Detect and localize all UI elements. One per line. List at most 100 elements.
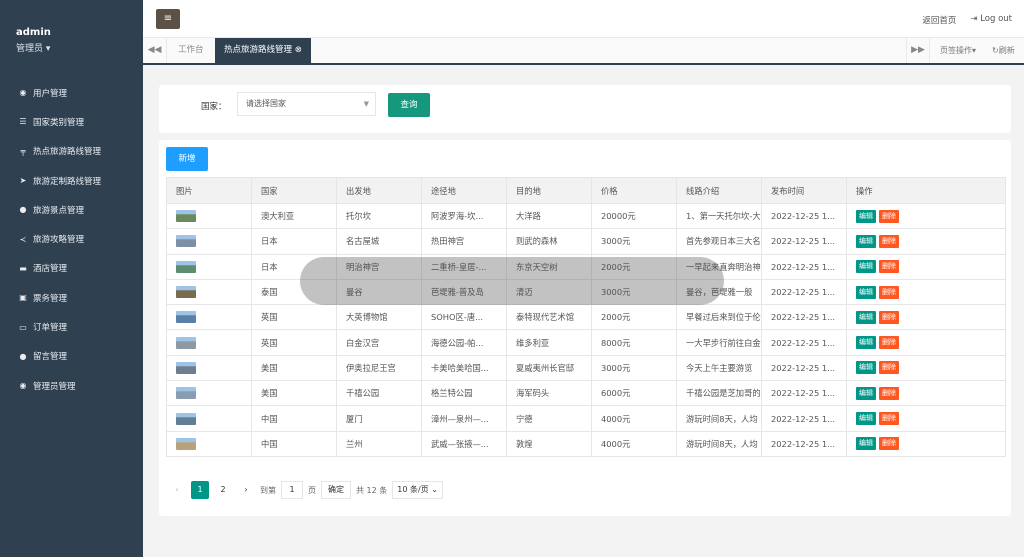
delete-button[interactable]: 删除 (879, 386, 899, 400)
delete-button[interactable]: 删除 (879, 285, 899, 299)
edit-button[interactable]: 编辑 (856, 285, 876, 299)
delete-button[interactable]: 删除 (879, 437, 899, 451)
user-name[interactable]: admin (16, 27, 51, 38)
sidebar-item-orders[interactable]: ▭ 订单管理 (0, 312, 143, 341)
prev-page-button[interactable]: ‹ (168, 481, 186, 499)
sidebar-item-attractions[interactable]: ● 旅游景点管理 (0, 195, 143, 224)
cell-intro: 游玩时间8天，人均 (676, 405, 762, 432)
sidebar-item-tickets[interactable]: ▣ 票务管理 (0, 283, 143, 312)
edit-button[interactable]: 编辑 (856, 234, 876, 248)
image-cell (166, 253, 252, 280)
column-header: 操作 (846, 177, 1006, 204)
delete-button[interactable]: 删除 (879, 412, 899, 426)
goto-confirm-button[interactable]: 确定 (321, 481, 351, 499)
route-thumbnail (176, 336, 196, 349)
cell-country: 澳大利亚 (251, 202, 337, 230)
image-cell (166, 329, 252, 356)
edit-button[interactable]: 编辑 (856, 412, 876, 426)
edit-button[interactable]: 编辑 (856, 209, 876, 223)
tab-workspace[interactable]: 工作台 (169, 38, 213, 63)
cell-from: 厦门 (336, 405, 422, 432)
cell-via: SOHO区-唐... (421, 304, 507, 331)
back-home-link[interactable]: 返回首页 (922, 14, 956, 26)
cell-price: 3000元 (591, 228, 677, 255)
page-size-select[interactable]: 10 条/页 ⌄ (392, 481, 443, 499)
delete-button[interactable]: 删除 (879, 361, 899, 375)
watermark-overlay (300, 257, 724, 305)
page-2-button[interactable]: 2 (214, 481, 232, 499)
cell-country: 中国 (251, 430, 337, 457)
edit-button[interactable]: 编辑 (856, 437, 876, 451)
delete-button[interactable]: 删除 (879, 310, 899, 324)
menu-toggle-button[interactable]: ≡ (156, 9, 180, 29)
query-button[interactable]: 查询 (388, 93, 430, 117)
edit-button[interactable]: 编辑 (856, 310, 876, 324)
sidebar-item-hot-routes[interactable]: ╤ 热点旅游路线管理 (0, 137, 143, 166)
edit-button[interactable]: 编辑 (856, 260, 876, 274)
comment-icon: ● (19, 351, 27, 361)
sidebar-item-custom-routes[interactable]: ➤ 旅游定制路线管理 (0, 166, 143, 195)
route-thumbnail (176, 361, 196, 374)
cell-time: 2022-12-25 1... (761, 329, 847, 356)
delete-button[interactable]: 删除 (879, 336, 899, 350)
actions-cell: 编辑 删除 (846, 354, 1006, 382)
cell-from: 千禧公园 (336, 380, 422, 407)
actions-cell: 编辑 删除 (846, 278, 1006, 306)
sidebar-item-country-categories[interactable]: ☰ 国家类别管理 (0, 107, 143, 136)
logout-label: Log out (980, 14, 1012, 24)
close-icon[interactable]: ⊗ (295, 45, 302, 55)
user-role-dropdown[interactable]: 管理员 ▾ (16, 41, 50, 54)
car-icon: ▬ (19, 263, 27, 273)
image-cell (166, 354, 252, 382)
next-page-button[interactable]: › (237, 481, 255, 499)
country-select-value: 请选择国家 (246, 99, 286, 108)
edit-button[interactable]: 编辑 (856, 361, 876, 375)
refresh-label: 刷新 (998, 46, 1015, 55)
sidebar-item-guides[interactable]: ≺ 旅游攻略管理 (0, 224, 143, 253)
column-header: 国家 (251, 177, 337, 204)
tab-scroll-right-button[interactable]: ▶▶ (906, 38, 930, 63)
cell-from: 兰州 (336, 430, 422, 457)
table-header-row: 图片 国家 出发地 途径地 目的地 价格 线路介绍 发布时间 操作 (166, 177, 1006, 204)
cell-country: 日本 (251, 228, 337, 255)
logout-link[interactable]: ⇥ Log out (970, 14, 1012, 26)
routes-table: 图片 国家 出发地 途径地 目的地 价格 线路介绍 发布时间 操作 澳大利亚 托尔… (166, 177, 1006, 457)
cell-intro: 今天上午主要游览 (676, 354, 762, 382)
delete-button[interactable]: 删除 (879, 234, 899, 248)
cell-to: 大洋路 (506, 202, 592, 230)
image-cell (166, 304, 252, 331)
cell-time: 2022-12-25 1... (761, 430, 847, 457)
page-1-button[interactable]: 1 (191, 481, 209, 499)
column-header: 价格 (591, 177, 677, 204)
tab-ops-dropdown[interactable]: 页签操作▾ (940, 38, 976, 63)
edit-button[interactable]: 编辑 (856, 386, 876, 400)
paper-plane-icon: ➤ (19, 176, 27, 186)
sidebar-item-messages[interactable]: ● 留言管理 (0, 342, 143, 371)
logout-icon: ⇥ (970, 14, 978, 24)
search-panel: 国家： 请选择国家 ▼ 查询 (159, 85, 1011, 133)
country-select[interactable]: 请选择国家 ▼ (237, 92, 376, 116)
delete-button[interactable]: 删除 (879, 260, 899, 274)
image-cell (166, 430, 252, 457)
tab-hot-routes[interactable]: 热点旅游路线管理 ⊗ (215, 38, 311, 63)
cell-to: 则武的森林 (506, 228, 592, 255)
sidebar-menu: ◉ 用户管理 ☰ 国家类别管理 ╤ 热点旅游路线管理 ➤ 旅游定制路线管理 ● 旅游景点管… (0, 78, 143, 400)
refresh-button[interactable]: ↻刷新 (992, 38, 1015, 63)
hamburger-icon: ≡ (163, 13, 173, 24)
tab-scroll-left-button[interactable]: ◀◀ (143, 38, 167, 63)
user-circle-icon: ◉ (19, 88, 27, 98)
actions-cell: 编辑 删除 (846, 380, 1006, 407)
add-button[interactable]: 新增 (166, 147, 208, 171)
sidebar-item-admins[interactable]: ◉ 管理员管理 (0, 371, 143, 400)
cell-via: 格兰特公园 (421, 380, 507, 407)
goto-page-input[interactable]: 1 (281, 481, 303, 499)
delete-button[interactable]: 删除 (879, 209, 899, 223)
sidebar-item-users[interactable]: ◉ 用户管理 (0, 78, 143, 107)
sidebar-item-label: 订单管理 (33, 323, 68, 334)
signpost-icon: ╤ (20, 146, 26, 156)
route-thumbnail (176, 387, 196, 400)
cell-country: 美国 (251, 380, 337, 407)
sidebar-item-hotels[interactable]: ▬ 酒店管理 (0, 254, 143, 283)
edit-button[interactable]: 编辑 (856, 336, 876, 350)
column-header: 发布时间 (761, 177, 847, 204)
